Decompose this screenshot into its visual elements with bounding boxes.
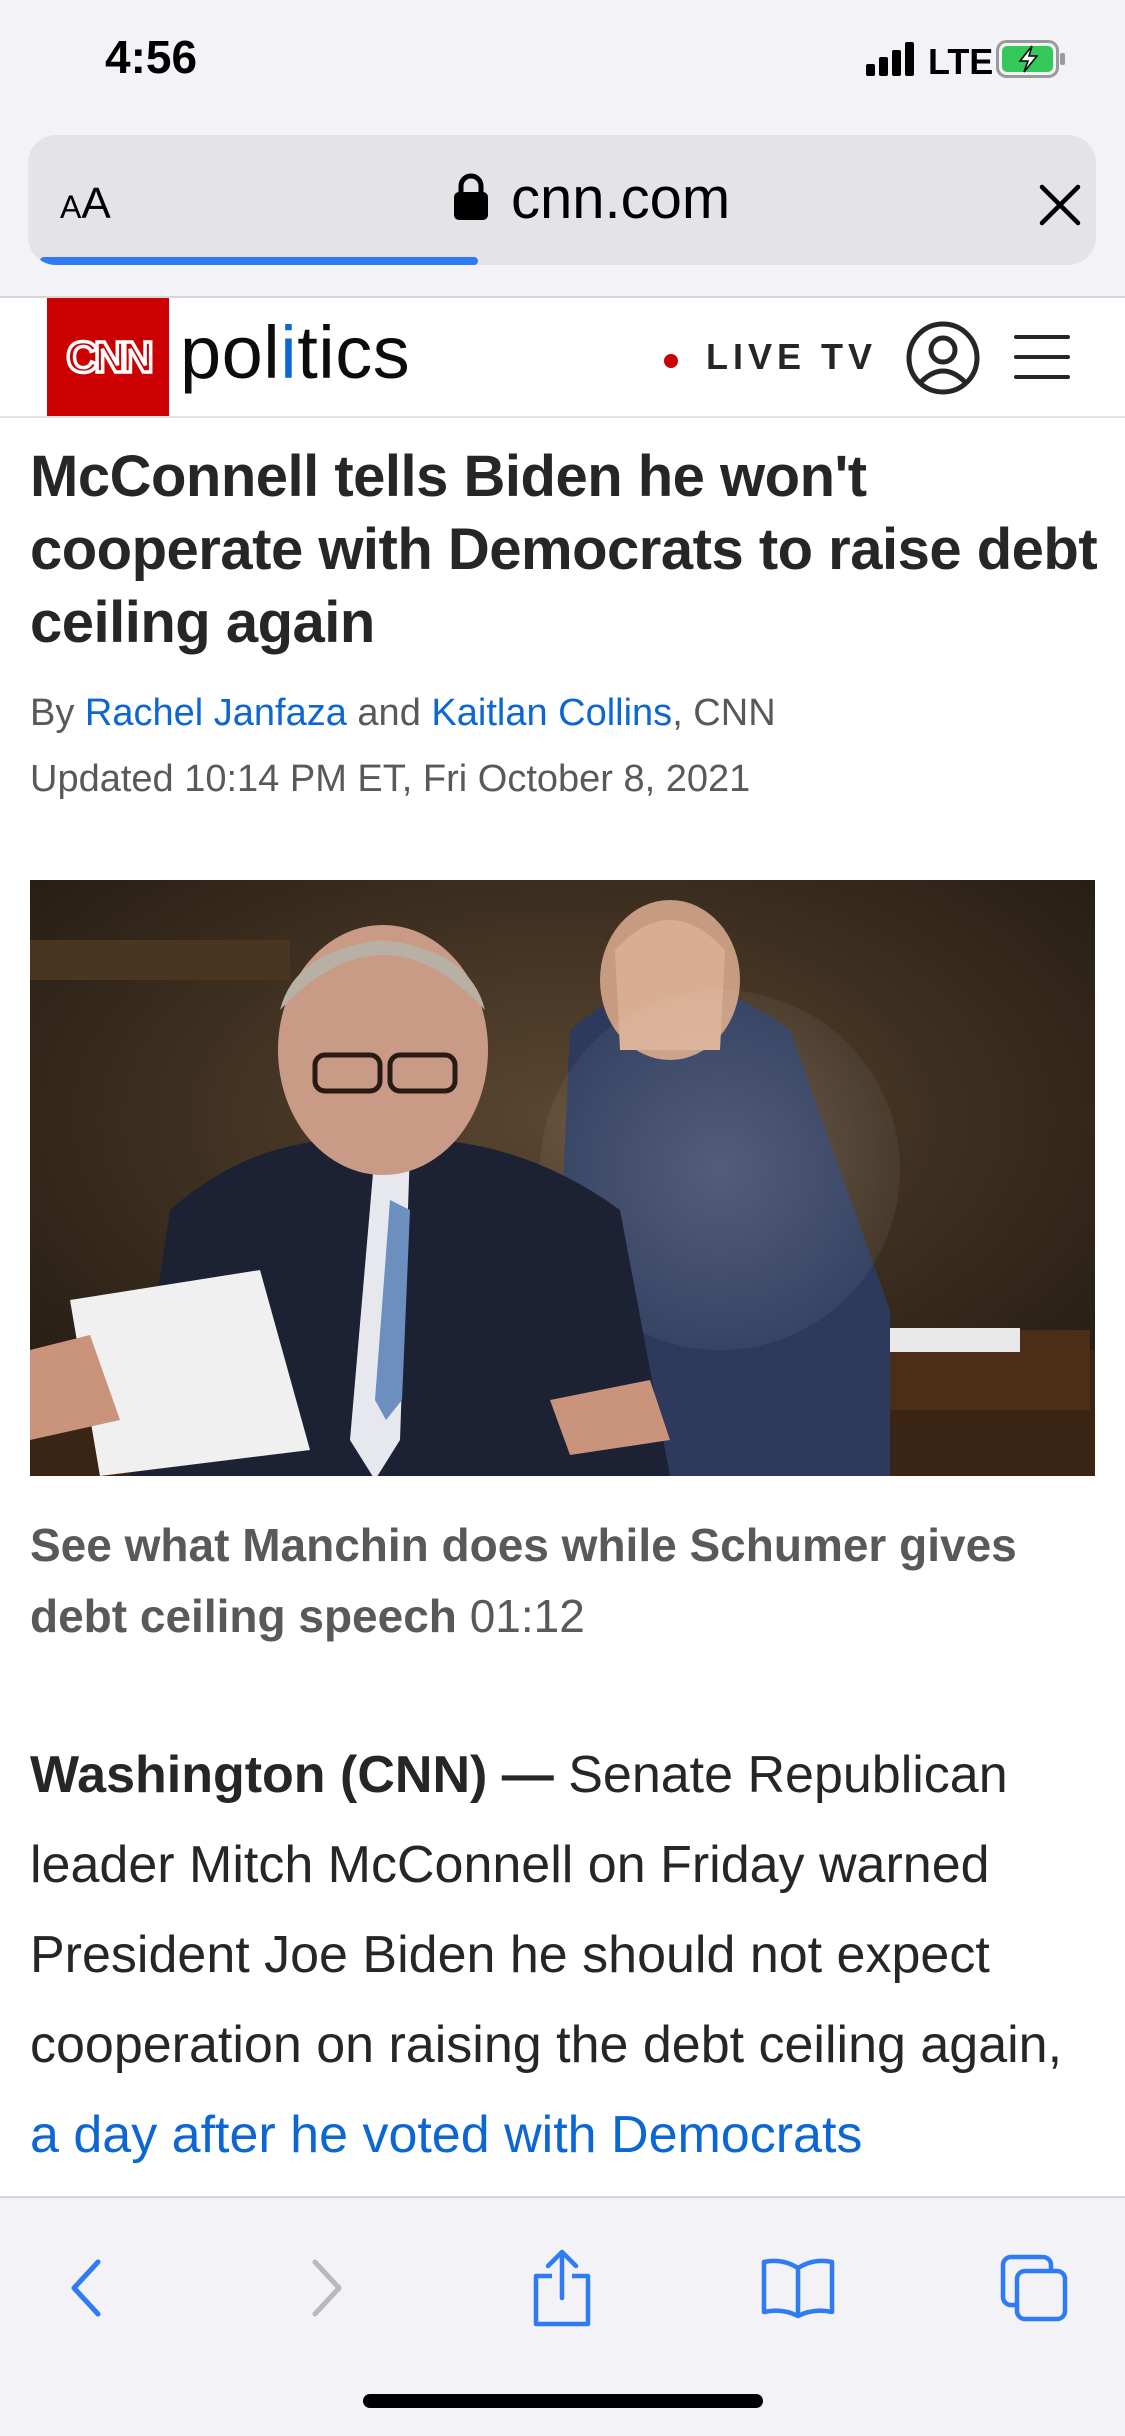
cnn-logo-mark: CNN — [65, 331, 157, 384]
site-header: CNN politics LIVE TV — [0, 298, 1125, 418]
signal-icon — [866, 42, 916, 76]
article-body-paragraph: Washington (CNN) — Senate Republican lea… — [30, 1730, 1105, 2180]
status-time: 4:56 — [105, 31, 198, 83]
section-title[interactable]: politics — [180, 310, 410, 395]
browser-top-bar: AA cnn.com — [0, 130, 1125, 298]
forward-button[interactable] — [287, 2248, 367, 2328]
tabs-icon — [1000, 2254, 1068, 2322]
byline-source: , CNN — [672, 692, 776, 734]
user-account-icon[interactable] — [905, 320, 981, 396]
cnn-logo-text: CNN — [66, 333, 151, 382]
section-title-suffix: tics — [297, 311, 411, 394]
section-title-prefix: pol — [180, 311, 281, 394]
byline: By Rachel Janfaza and Kaitlan Collins, C… — [30, 692, 776, 735]
stop-loading-icon[interactable] — [1038, 183, 1082, 227]
live-tv-link[interactable]: LIVE TV — [706, 336, 877, 378]
text-size-small-label: A — [60, 189, 82, 225]
back-icon — [71, 2259, 101, 2317]
video-player[interactable] — [30, 880, 1095, 1476]
live-indicator-dot — [664, 354, 678, 368]
video-caption[interactable]: See what Manchin does while Schumer give… — [30, 1510, 1095, 1652]
network-label: LTE — [928, 41, 994, 82]
share-button[interactable] — [522, 2248, 602, 2328]
updated-timestamp: Updated 10:14 PM ET, Fri October 8, 2021 — [30, 758, 751, 800]
byline-by: By — [30, 692, 75, 734]
tabs-button[interactable] — [994, 2248, 1074, 2328]
section-title-highlight: i — [280, 311, 298, 394]
share-icon — [533, 2249, 591, 2327]
author-link-1[interactable]: Rachel Janfaza — [85, 692, 347, 734]
article-headline: McConnell tells Biden he won't cooperate… — [30, 444, 1098, 655]
forward-icon — [312, 2259, 342, 2317]
inline-article-link[interactable]: a day after he voted with Democrats — [30, 2106, 862, 2164]
hamburger-menu-icon[interactable] — [1012, 332, 1072, 382]
home-indicator[interactable] — [363, 2394, 763, 2408]
dateline: Washington (CNN) — — [30, 1746, 554, 1804]
address-bar[interactable]: AA cnn.com — [28, 135, 1096, 265]
battery-charging-icon — [996, 40, 1065, 78]
url-text[interactable]: cnn.com — [511, 165, 730, 232]
video-thumbnail — [30, 880, 1095, 1476]
video-duration: 01:12 — [469, 1590, 585, 1642]
byline-and: and — [357, 692, 421, 734]
status-bar: 4:56 LTE — [0, 0, 1125, 130]
page-load-progress-bar — [40, 257, 478, 265]
bookmarks-icon — [761, 2258, 835, 2319]
text-size-big-label: A — [81, 179, 111, 228]
bookmarks-button[interactable] — [758, 2248, 838, 2328]
back-button[interactable] — [46, 2248, 126, 2328]
lock-icon — [454, 173, 488, 220]
text-size-button[interactable]: AA — [60, 179, 111, 229]
author-link-2[interactable]: Kaitlan Collins — [431, 692, 672, 734]
cnn-logo[interactable]: CNN — [47, 298, 169, 416]
